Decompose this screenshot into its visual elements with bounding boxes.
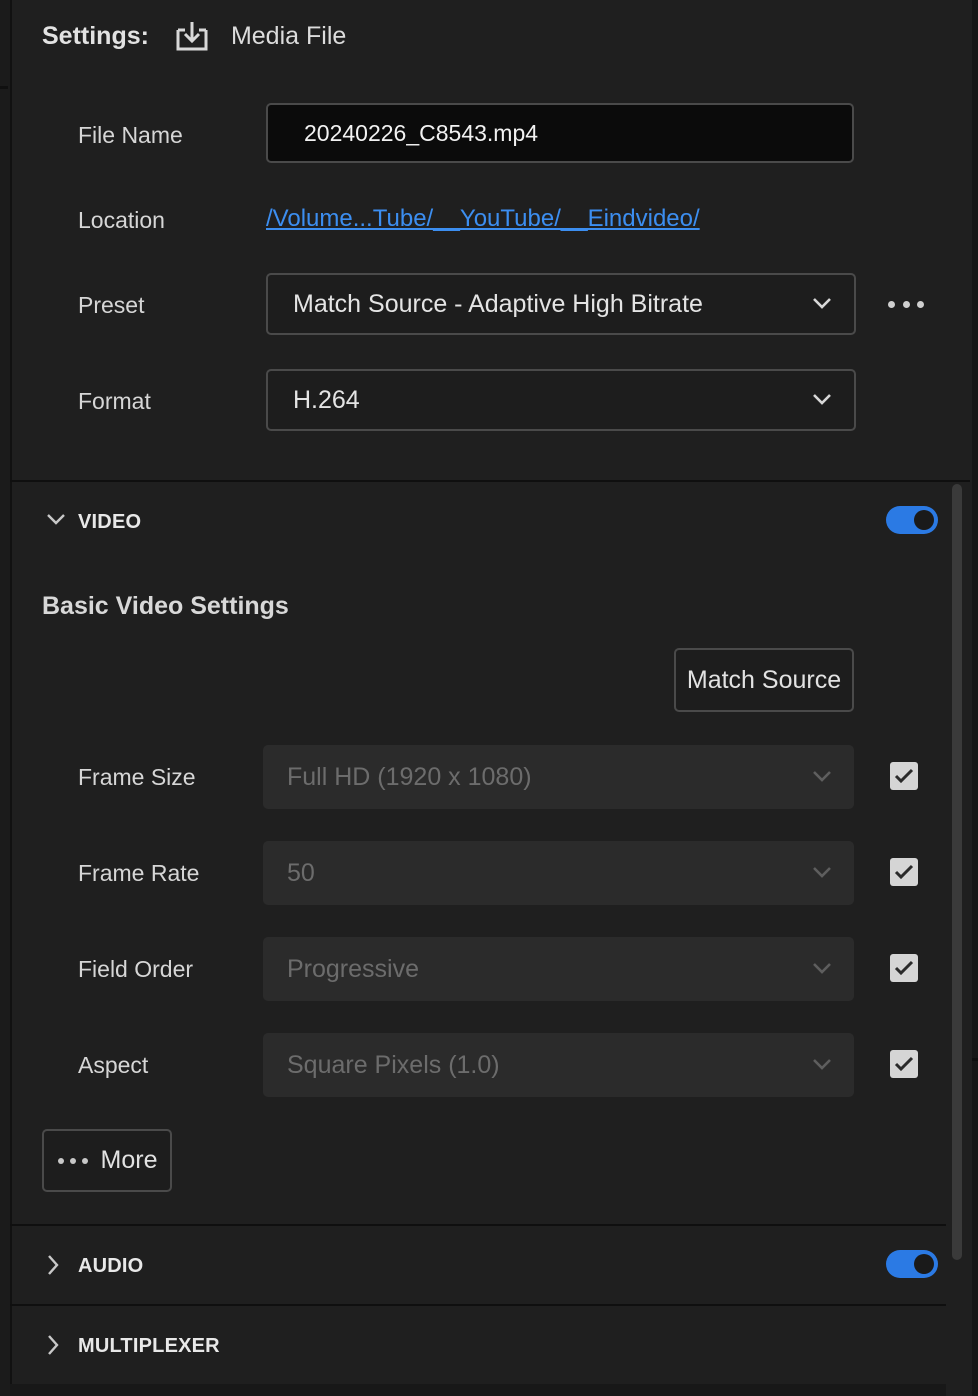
- frame-rate-label: Frame Rate: [78, 860, 200, 886]
- settings-label: Settings:: [42, 21, 149, 50]
- more-label: More: [100, 1146, 158, 1174]
- preset-dropdown[interactable]: Match Source - Adaptive High Bitrate: [266, 273, 856, 335]
- frame-rate-dropdown[interactable]: 50: [263, 841, 854, 905]
- more-settings-button[interactable]: More: [42, 1129, 172, 1192]
- ellipsis-icon: [57, 1157, 88, 1164]
- basic-video-settings-heading: Basic Video Settings: [42, 592, 289, 620]
- chevron-down-icon: [813, 394, 831, 405]
- file-name-input[interactable]: 20240226_C8543.mp4: [266, 103, 854, 163]
- aspect-value: Square Pixels (1.0): [287, 1050, 500, 1079]
- checkmark-icon: [894, 1056, 914, 1072]
- multiplexer-section-title: MULTIPLEXER: [78, 1335, 220, 1357]
- audio-toggle[interactable]: [886, 1250, 938, 1278]
- chevron-down-icon: [813, 771, 831, 782]
- frame-size-dropdown[interactable]: Full HD (1920 x 1080): [263, 745, 854, 809]
- left-panel-edge: [0, 0, 12, 1396]
- chevron-right-icon: [48, 1335, 59, 1355]
- preset-value: Match Source - Adaptive High Bitrate: [293, 289, 703, 318]
- settings-header: Settings: Media File: [42, 16, 346, 56]
- aspect-label: Aspect: [78, 1052, 149, 1078]
- media-file-label: Media File: [230, 21, 347, 50]
- download-to-disk-icon: [175, 20, 209, 52]
- chevron-down-icon: [47, 514, 65, 525]
- frame-rate-value: 50: [287, 858, 315, 887]
- field-order-dropdown[interactable]: Progressive: [263, 937, 854, 1001]
- video-section-title: VIDEO: [78, 511, 142, 533]
- file-name-label: File Name: [78, 122, 183, 148]
- chevron-right-icon: [48, 1255, 59, 1275]
- field-order-value: Progressive: [287, 954, 419, 983]
- preset-label: Preset: [78, 292, 145, 318]
- location-link[interactable]: /Volume...Tube/__YouTube/__Eindvideo/: [266, 205, 700, 233]
- checkmark-icon: [894, 960, 914, 976]
- video-toggle[interactable]: [886, 506, 938, 534]
- divider: [10, 1384, 946, 1396]
- aspect-dropdown[interactable]: Square Pixels (1.0): [263, 1033, 854, 1097]
- frame-size-label: Frame Size: [78, 764, 196, 790]
- scrollbar-thumb[interactable]: [952, 484, 962, 1260]
- preset-more-options-icon[interactable]: [888, 292, 924, 316]
- chevron-down-icon: [813, 963, 831, 974]
- aspect-match-checkbox[interactable]: [890, 1050, 918, 1078]
- media-file-target[interactable]: Media File: [175, 20, 346, 52]
- right-panel-edge: [972, 0, 978, 1396]
- field-order-match-checkbox[interactable]: [890, 954, 918, 982]
- export-settings-panel: Settings: Media File File Name 20240226_…: [0, 0, 978, 1396]
- checkmark-icon: [894, 864, 914, 880]
- format-dropdown[interactable]: H.264: [266, 369, 856, 431]
- frame-rate-match-checkbox[interactable]: [890, 858, 918, 886]
- frame-size-value: Full HD (1920 x 1080): [287, 762, 532, 791]
- format-label: Format: [78, 388, 151, 414]
- format-value: H.264: [293, 385, 360, 414]
- multiplexer-section-header[interactable]: MULTIPLEXER: [10, 1306, 946, 1384]
- audio-section-header[interactable]: AUDIO: [10, 1226, 946, 1304]
- frame-size-match-checkbox[interactable]: [890, 762, 918, 790]
- field-order-label: Field Order: [78, 956, 194, 982]
- match-source-button[interactable]: Match Source: [674, 648, 854, 712]
- chevron-down-icon: [813, 1059, 831, 1070]
- checkmark-icon: [894, 768, 914, 784]
- location-label: Location: [78, 207, 165, 233]
- chevron-down-icon: [813, 298, 831, 309]
- video-section-header[interactable]: VIDEO: [10, 482, 946, 560]
- audio-section-title: AUDIO: [78, 1255, 144, 1277]
- chevron-down-icon: [813, 867, 831, 878]
